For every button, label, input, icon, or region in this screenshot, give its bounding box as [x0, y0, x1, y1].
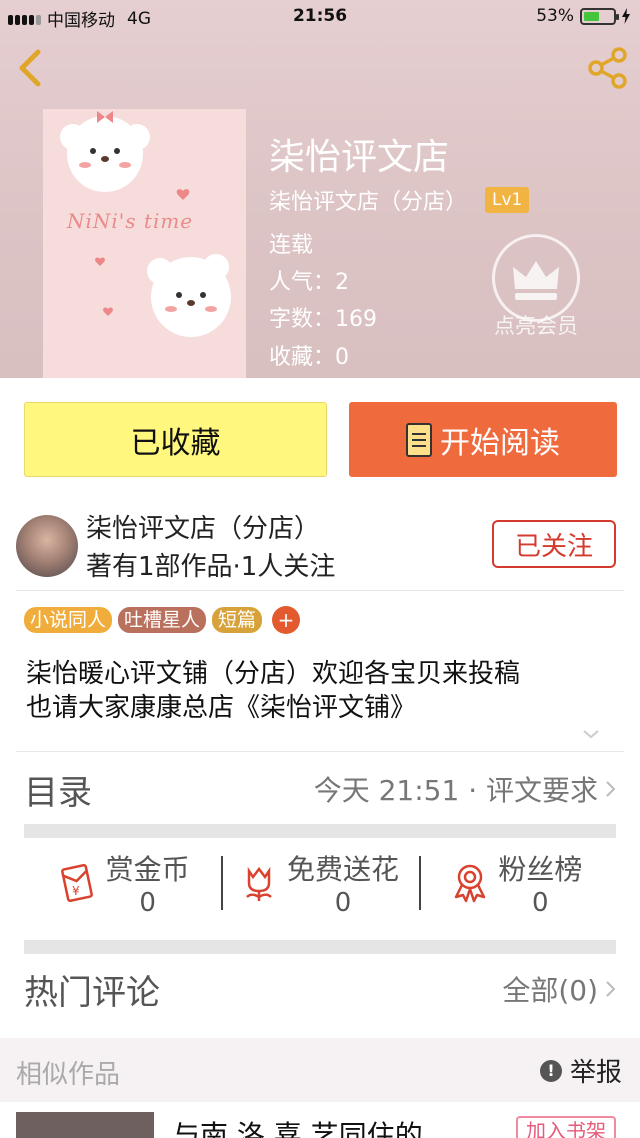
hot-comments-title: 热门评论 — [24, 972, 160, 1013]
add-tag-button[interactable]: + — [272, 606, 301, 634]
favorite-button[interactable]: 已收藏 — [24, 402, 327, 477]
follow-label: 已关注 — [514, 531, 593, 562]
stat-label: 赏金币 — [105, 853, 190, 886]
add-to-shelf-button[interactable]: 加入书架 — [516, 1116, 616, 1138]
catalog-row[interactable]: 目录 今天 21:51 · 评文要求 — [24, 764, 616, 814]
latest-chapter: 今天 21:51 · 评文要求 — [313, 774, 598, 807]
description-line: 柒怡暖心评文铺（分店）欢迎各宝贝来投稿 — [26, 659, 521, 689]
divider — [16, 590, 624, 591]
author-stats: 著有1部作品·1人关注 — [86, 552, 336, 582]
section-separator — [24, 824, 616, 838]
book-popularity: 人气：2 — [269, 270, 349, 295]
expand-chevron-icon[interactable] — [582, 728, 600, 740]
catalog-title: 目录 — [24, 772, 92, 813]
tag[interactable]: 短篇 — [212, 607, 263, 633]
crown-icon — [492, 234, 580, 322]
book-status: 连载 — [269, 233, 314, 258]
all-comments-link: 全部(0) — [502, 974, 598, 1007]
vip-button[interactable]: 点亮会员 — [486, 234, 586, 340]
charging-icon — [622, 8, 630, 24]
section-separator — [24, 940, 616, 954]
tag-list: 小说同人 吐槽星人 短篇 + — [24, 606, 301, 634]
book-description: 柒怡暖心评文铺（分店）欢迎各宝贝来投稿 也请大家康康总店《柒怡评文铺》 — [26, 657, 520, 725]
book-title: 柒怡评文店 — [269, 137, 450, 178]
reward-coins-button[interactable]: ¥ 赏金币 0 — [24, 838, 221, 928]
chevron-right-icon — [606, 781, 616, 797]
cover-illustration — [60, 111, 231, 337]
stat-value: 0 — [139, 888, 156, 918]
similar-work-cover — [16, 1112, 154, 1138]
level-badge: Lv1 — [485, 187, 530, 213]
book-icon — [406, 422, 432, 457]
battery-percent: 53% — [536, 6, 574, 26]
author-name: 柒怡评文店（分店） — [86, 514, 321, 544]
start-reading-label: 开始阅读 — [440, 425, 560, 461]
report-button[interactable]: ! 举报 — [539, 1052, 622, 1089]
tag[interactable]: 小说同人 — [24, 607, 113, 633]
book-author[interactable]: 柒怡评文店（分店） — [269, 184, 467, 216]
ribbon-medal-icon — [455, 864, 486, 903]
stat-label: 粉丝榜 — [498, 853, 583, 886]
flower-icon — [246, 866, 272, 901]
similar-works-section: 相似作品 ! 举报 与南 洛 喜 艺同住的 加入书架 — [0, 1038, 640, 1138]
start-reading-button[interactable]: 开始阅读 — [349, 402, 617, 477]
status-bar: 中国移动 4G 21:56 53% — [0, 0, 640, 34]
avatar[interactable] — [16, 515, 78, 577]
similar-works-title: 相似作品 — [16, 1060, 121, 1090]
stat-value: 0 — [532, 888, 549, 918]
book-header: 中国移动 4G 21:56 53% NiNi's time 柒怡评文店 柒怡评文… — [0, 0, 640, 378]
book-detail-content: 已收藏 开始阅读 柒怡评文店（分店） 著有1部作品·1人关注 已关注 小说同人 … — [0, 378, 640, 1138]
book-favorites: 收藏：0 — [269, 345, 349, 370]
send-flower-button[interactable]: 免费送花 0 — [221, 838, 418, 928]
chevron-right-icon — [606, 981, 616, 997]
similar-work-title: 与南 洛 喜 艺同住的 — [172, 1119, 423, 1138]
cover-title: NiNi's time — [67, 209, 194, 233]
share-icon[interactable] — [586, 46, 630, 90]
back-arrow-icon[interactable] — [12, 46, 48, 90]
stat-label: 免费送花 — [286, 853, 399, 886]
divider — [16, 751, 624, 752]
tag[interactable]: 吐槽星人 — [118, 607, 207, 633]
stats-bar: ¥ 赏金币 0 免费送花 0 粉丝榜 0 — [24, 838, 616, 928]
author-profile[interactable]: 柒怡评文店（分店） 著有1部作品·1人关注 已关注 — [16, 508, 624, 588]
report-label: 举报 — [569, 1058, 622, 1088]
book-word-count: 字数：169 — [269, 307, 377, 332]
battery-icon — [580, 7, 619, 25]
hot-comments-row[interactable]: 热门评论 全部(0) — [24, 964, 616, 1014]
follow-button[interactable]: 已关注 — [492, 520, 616, 568]
fans-ranking-button[interactable]: 粉丝榜 0 — [418, 838, 616, 928]
description-line: 也请大家康康总店《柒怡评文铺》 — [26, 693, 417, 723]
red-envelope-icon: ¥ — [60, 863, 93, 903]
book-cover[interactable]: NiNi's time — [43, 109, 246, 378]
exclamation-icon: ! — [539, 1059, 562, 1082]
stat-value: 0 — [334, 888, 352, 918]
similar-work-item[interactable]: 与南 洛 喜 艺同住的 加入书架 — [0, 1102, 640, 1138]
svg-text:¥: ¥ — [72, 884, 80, 898]
favorite-label: 已收藏 — [130, 425, 221, 461]
